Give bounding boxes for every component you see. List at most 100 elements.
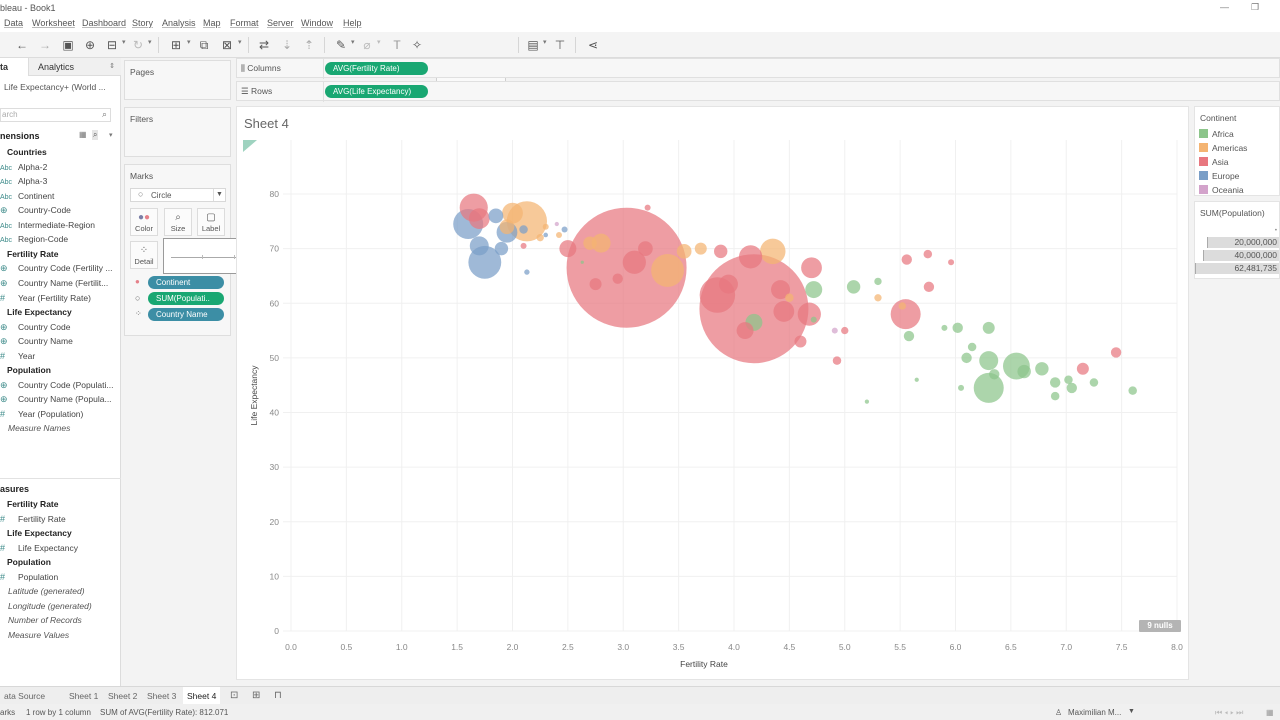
presentation-mode-icon[interactable]: ⊤ (552, 37, 568, 53)
share-icon[interactable]: ⋖ (585, 37, 601, 53)
field-item[interactable]: Abc Intermediate-Region (0, 218, 95, 232)
tab-data[interactable]: ta (0, 58, 28, 76)
field-folder[interactable]: Population (7, 555, 51, 569)
columns-shelf[interactable]: ⫼ Columns AVG(Fertility Rate) (236, 58, 1280, 79)
scatter-chart[interactable]: 0.0 0.5 1.0 1.5 2.0 2.5 3.0 3.5 4.0 4.5 5.0 5.5 6.0 6… (237, 107, 1190, 681)
fertility-rate-pill[interactable]: AVG(Fertility Rate) (325, 62, 428, 75)
new-worksheet-tab-icon[interactable]: ⊡ (226, 687, 242, 705)
legend-item-americas[interactable]: Americas (1199, 142, 1247, 154)
continent-pill[interactable]: Continent (148, 276, 224, 289)
new-story-tab-icon[interactable]: ⊓ (270, 687, 286, 705)
tab-sheet-4[interactable]: Sheet 4 (183, 687, 221, 705)
color-button[interactable]: ●● Color (130, 208, 158, 236)
field-folder[interactable]: Life Expectancy (7, 305, 72, 319)
field-item[interactable]: Latitude (generated) (8, 584, 85, 598)
swap-axes-icon[interactable]: ⇄ (256, 37, 272, 53)
tab-sheet-2[interactable]: Sheet 2 (104, 687, 141, 705)
save-icon[interactable]: ▣ (60, 37, 76, 53)
field-folder[interactable]: Fertility Rate (7, 497, 59, 511)
field-item[interactable]: Longitude (generated) (8, 599, 92, 613)
refresh-icon[interactable]: ↻ (130, 37, 146, 53)
field-folder[interactable]: Life Expectancy (7, 526, 72, 540)
field-item[interactable]: # Population (0, 570, 58, 584)
field-item[interactable]: Number of Records (8, 613, 82, 627)
field-item[interactable]: Abc Region-Code (0, 232, 68, 246)
menu-dashboard[interactable]: Dashboard (82, 18, 126, 28)
pages-card[interactable]: Pages (124, 60, 231, 100)
field-item[interactable]: Abc Alpha-2 (0, 160, 47, 174)
rows-shelf[interactable]: ☰ Rows AVG(Life Expectancy) (236, 81, 1280, 102)
field-item[interactable]: ⊕ Country Name (0, 334, 73, 348)
pin-icon[interactable]: ✧ (409, 37, 425, 53)
tab-sheet-1[interactable]: Sheet 1 (65, 687, 102, 705)
size-button[interactable]: ⌕ Size (164, 208, 192, 236)
menu-window[interactable]: Window (301, 18, 333, 28)
menu-caret-icon[interactable]: ▾ (109, 131, 113, 139)
menu-data[interactable]: Data (4, 18, 23, 28)
legend-item-europe[interactable]: Europe (1199, 170, 1239, 182)
field-item[interactable]: ⊕ Country Name (Fertilit... (0, 276, 108, 290)
pause-updates-icon[interactable]: ⊟ (104, 37, 120, 53)
population-pill[interactable]: SUM(Populati.. (148, 292, 224, 305)
tab-sheet-3[interactable]: Sheet 3 (143, 687, 180, 705)
menu-help[interactable]: Help (343, 18, 362, 28)
field-item[interactable]: Measure Names (8, 421, 70, 435)
field-item[interactable]: Measure Values (8, 628, 69, 642)
sheet-sorter-icon[interactable]: ▦ (1266, 708, 1274, 717)
clear-sheet-icon[interactable]: ⊠ (219, 37, 235, 53)
back-icon[interactable]: ← (14, 37, 30, 53)
field-item[interactable]: ⊕ Country Code (Populati... (0, 378, 113, 392)
field-item[interactable]: Abc Continent (0, 189, 54, 203)
field-item[interactable]: # Life Expectancy (0, 541, 78, 555)
legend-item-africa[interactable]: Africa (1199, 128, 1234, 140)
legend-item-oceania[interactable]: Oceania (1199, 184, 1244, 196)
nulls-indicator[interactable]: 9 nulls (1139, 620, 1181, 632)
legend-item-asia[interactable]: Asia (1199, 156, 1229, 168)
highlight-icon[interactable]: ✎ (333, 37, 349, 53)
menu-analysis[interactable]: Analysis (162, 18, 196, 28)
new-datasource-icon[interactable]: ⊕ (82, 37, 98, 53)
find-field-icon[interactable]: ⌕ (92, 130, 99, 140)
field-item[interactable]: # Fertility Rate (0, 512, 66, 526)
field-item[interactable]: Abc Alpha-3 (0, 174, 47, 188)
life-expectancy-pill[interactable]: AVG(Life Expectancy) (325, 85, 428, 98)
field-item[interactable]: ⊕ Country Code (Fertility ... (0, 261, 112, 275)
sort-descending-icon[interactable]: ⇡ (301, 37, 317, 53)
field-item[interactable]: # Year (0, 349, 35, 363)
datasource-name[interactable]: Life Expectancy+ (World ... (4, 80, 106, 94)
field-folder[interactable]: Countries (7, 145, 47, 159)
view-toggle-icon[interactable]: ▦ (79, 130, 87, 139)
menu-map[interactable]: Map (203, 18, 221, 28)
minimize-button[interactable]: — (1220, 2, 1229, 12)
field-item[interactable]: ⊕ Country Name (Popula... (0, 392, 112, 406)
filters-card[interactable]: Filters (124, 107, 231, 157)
search-input[interactable]: arch ⌕ (0, 108, 111, 122)
field-item[interactable]: ⊕ Country-Code (0, 203, 71, 217)
field-item[interactable]: # Year (Population) (0, 407, 83, 421)
new-worksheet-icon[interactable]: ⊞ (168, 37, 184, 53)
menu-format[interactable]: Format (230, 18, 259, 28)
user-menu[interactable]: Maximilian M... (1068, 708, 1121, 717)
menu-server[interactable]: Server (267, 18, 294, 28)
forward-icon[interactable]: → (37, 37, 53, 53)
mark-type-dropdown[interactable]: ○ Circle ▼ (130, 188, 226, 202)
field-item[interactable]: # Year (Fertility Rate) (0, 291, 91, 305)
group-members-icon[interactable]: ⌀ (359, 37, 375, 53)
field-folder[interactable]: Fertility Rate (7, 247, 59, 261)
sheet-nav-icons[interactable]: ⏮ ◂ ▸ ⏭ (1215, 708, 1243, 718)
sort-ascending-icon[interactable]: ⇣ (279, 37, 295, 53)
country-name-pill[interactable]: Country Name (148, 308, 224, 321)
show-labels-icon[interactable]: T (389, 37, 405, 53)
menu-worksheet[interactable]: Worksheet (32, 18, 75, 28)
restore-button[interactable]: ❐ (1251, 2, 1259, 13)
detail-button[interactable]: ⁘ Detail (130, 241, 158, 269)
new-dashboard-tab-icon[interactable]: ⊞ (248, 687, 264, 705)
tab-analytics[interactable]: Analytics ⇕ (28, 58, 121, 76)
field-folder[interactable]: Population (7, 363, 51, 377)
chevron-down-icon[interactable]: ▼ (1128, 708, 1135, 715)
show-cards-icon[interactable]: ▤ (525, 37, 541, 53)
field-item[interactable]: ⊕ Country Code (0, 320, 70, 334)
menu-story[interactable]: Story (132, 18, 153, 28)
label-button[interactable]: ▢ Label (197, 208, 225, 236)
duplicate-sheet-icon[interactable]: ⧉ (196, 37, 212, 53)
